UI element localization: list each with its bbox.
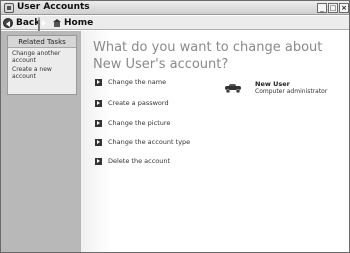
back-button-label: Back [16, 18, 41, 28]
user-account-card: New User Computer administrator [224, 80, 344, 100]
race-car-icon [224, 84, 242, 93]
arrow-bullet-icon [95, 119, 102, 127]
change-account-type-option[interactable]: Change the account type [95, 137, 190, 147]
back-button[interactable]: Back [3, 17, 40, 29]
change-picture-label: Change the picture [108, 119, 171, 127]
arrow-bullet-icon [95, 138, 102, 146]
home-icon [53, 19, 62, 27]
delete-account-label: Delete the account [108, 157, 171, 165]
maximize-button[interactable]: □ [328, 3, 338, 13]
arrow-bullet-icon [95, 78, 102, 86]
home-button[interactable]: Home [53, 17, 93, 29]
create-new-account-link[interactable]: Create a new account [8, 64, 76, 80]
home-button-label: Home [64, 18, 94, 28]
window-title: User Accounts [17, 2, 90, 12]
change-another-account-link[interactable]: Change another account [8, 48, 76, 64]
close-button[interactable]: × [339, 3, 349, 13]
main-content: What do you want to change about New Use… [81, 31, 349, 252]
delete-account-option[interactable]: Delete the account [95, 156, 170, 166]
change-picture-option[interactable]: Change the picture [95, 118, 170, 128]
user-name: New User [255, 80, 290, 88]
minimize-button[interactable]: _ [317, 3, 327, 13]
navigation-toolbar: Back Home [1, 16, 349, 38]
user-accounts-app-icon [4, 3, 14, 13]
arrow-bullet-icon [95, 99, 102, 107]
back-arrow-icon [3, 18, 13, 28]
change-name-label: Change the name [108, 78, 167, 86]
user-account-type: Computer administrator [255, 88, 328, 95]
change-account-type-label: Change the account type [108, 138, 191, 146]
title-bar[interactable]: User Accounts _ □ × [1, 1, 349, 15]
user-accounts-window: User Accounts _ □ × Back Home Related Ta… [0, 0, 350, 253]
create-password-option[interactable]: Create a password [95, 98, 169, 108]
create-password-label: Create a password [108, 99, 169, 107]
arrow-bullet-icon [95, 157, 102, 165]
change-name-option[interactable]: Change the name [95, 77, 166, 87]
related-tasks-panel: Related Tasks Change another account Cre… [7, 35, 77, 95]
related-tasks-title: Related Tasks [8, 36, 76, 48]
page-heading: What do you want to change about New Use… [93, 40, 323, 72]
sidebar: Related Tasks Change another account Cre… [1, 31, 81, 252]
